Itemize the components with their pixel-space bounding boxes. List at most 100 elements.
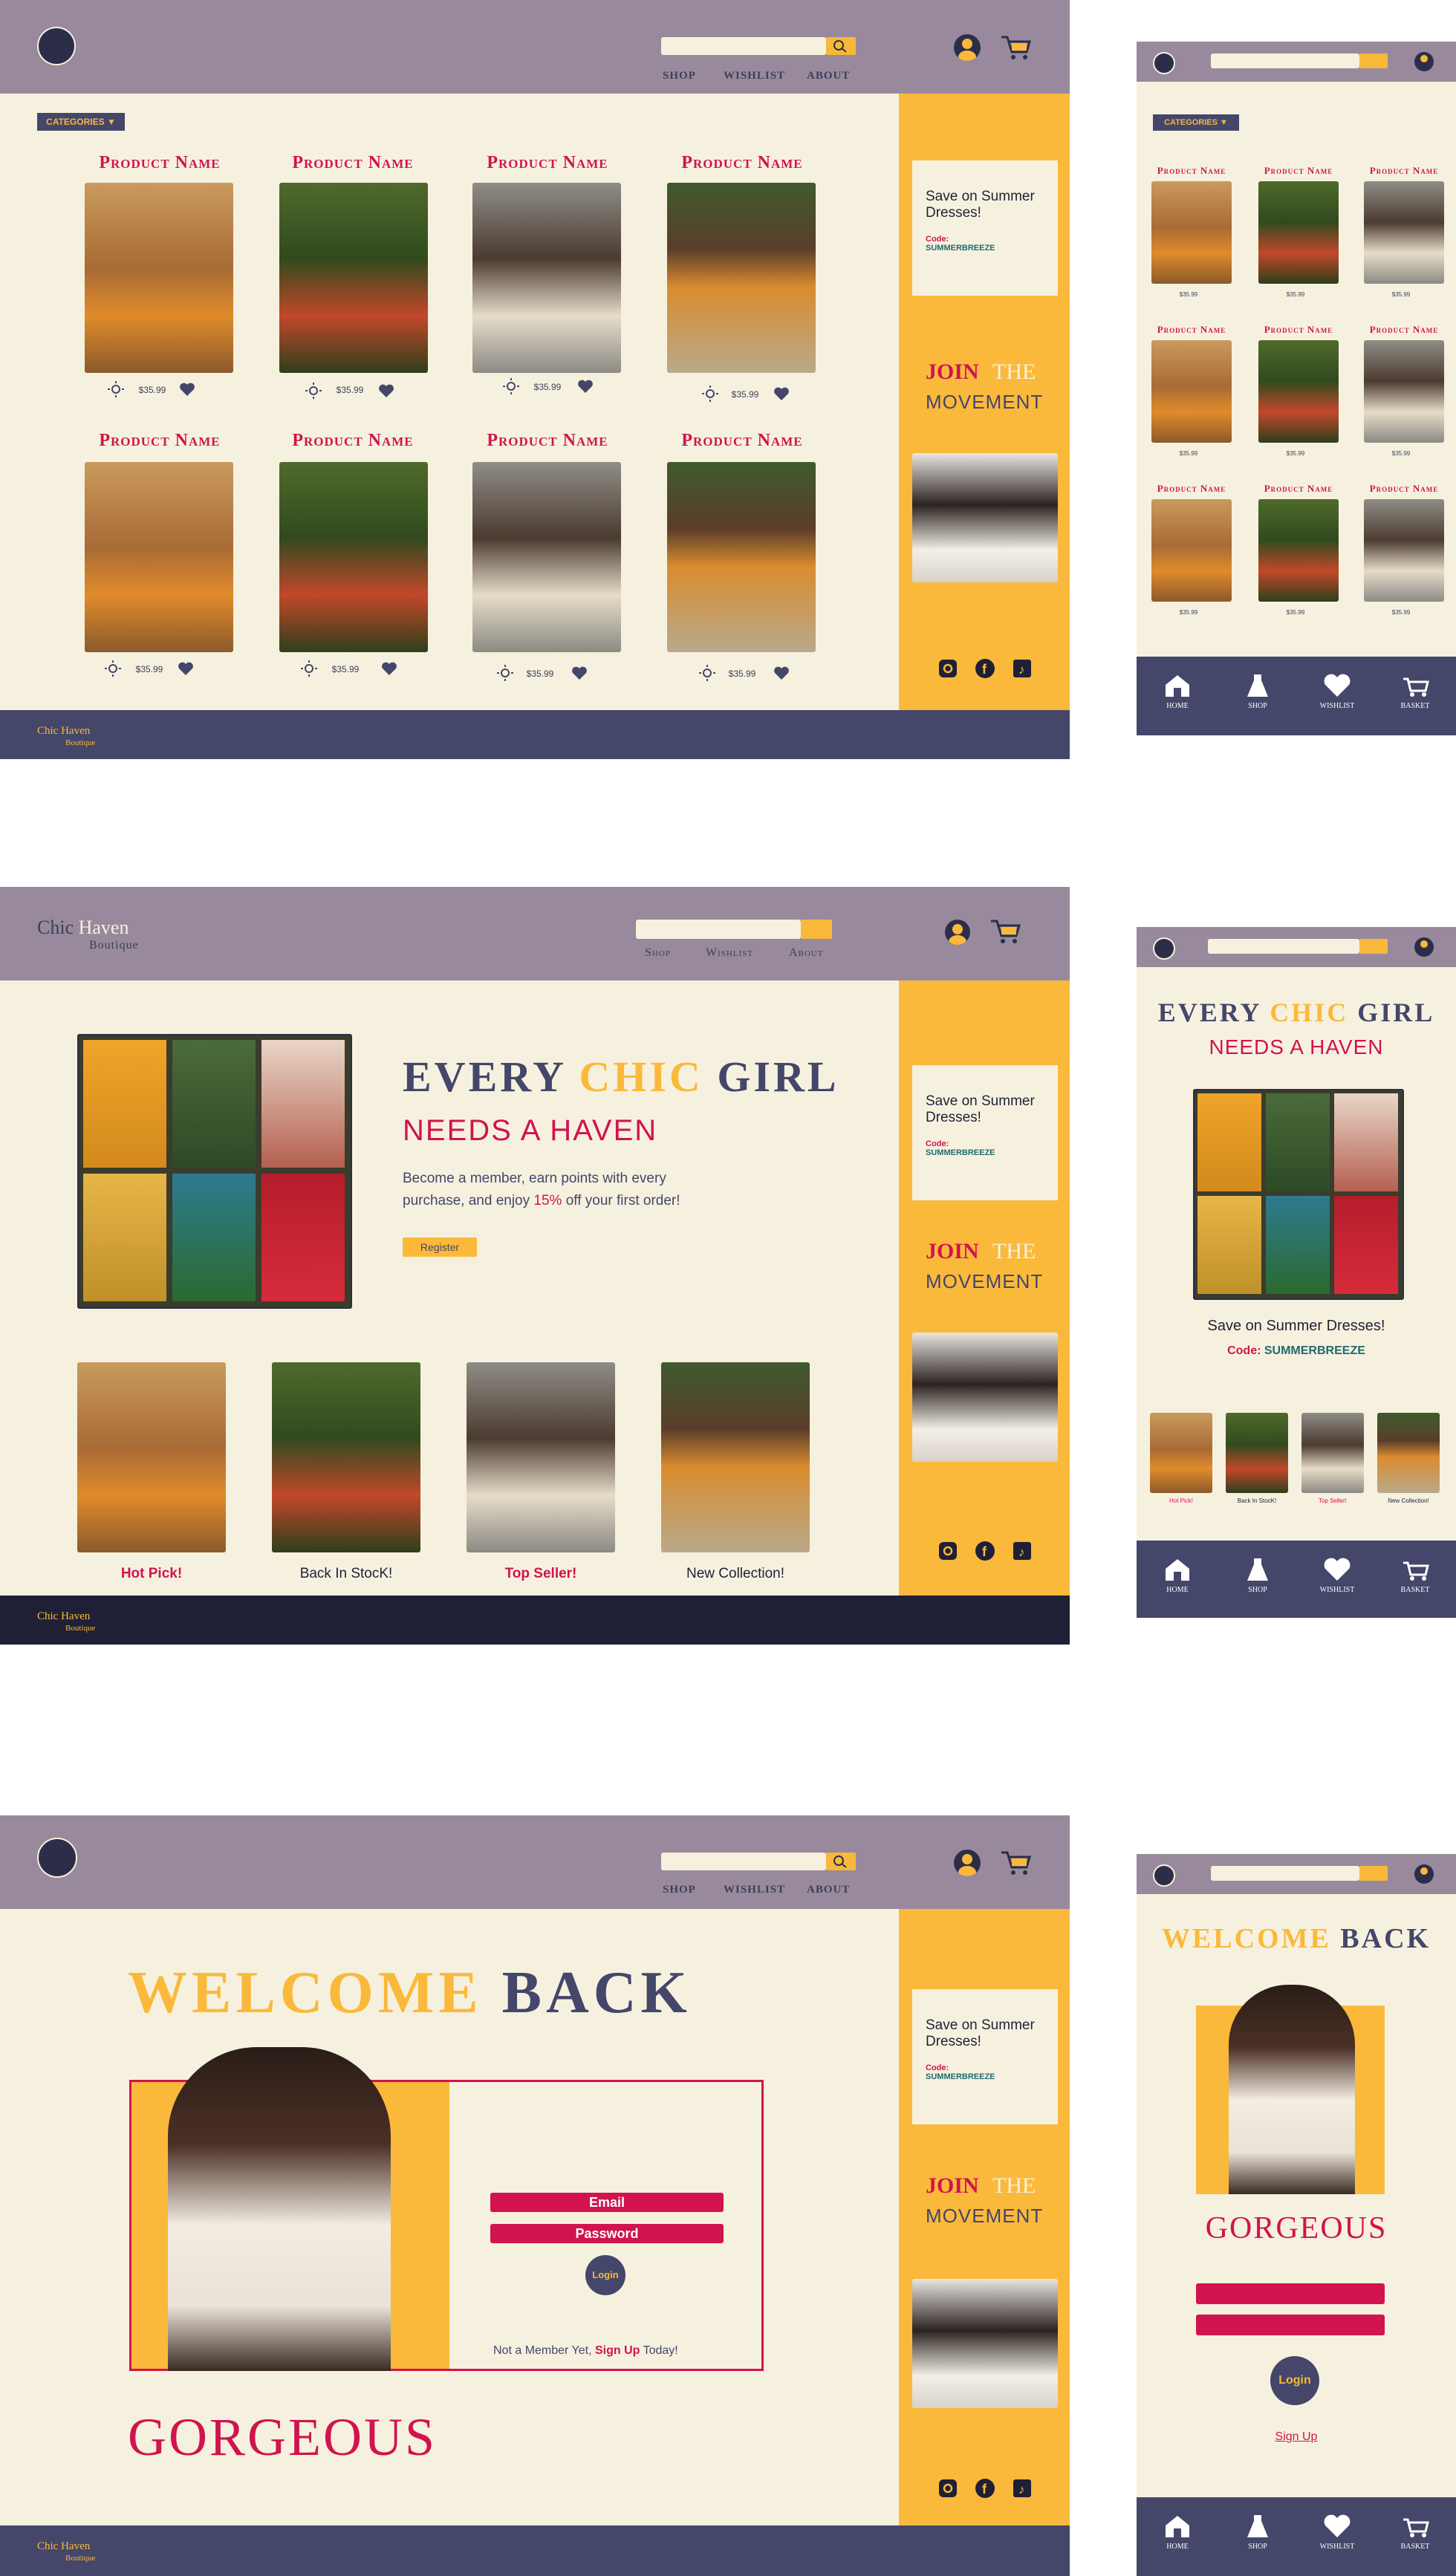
tiktok-icon[interactable]: ♪ [1012,1541,1033,1561]
search-input[interactable] [661,1853,826,1870]
mnav-home[interactable]: Home [1151,1557,1203,1594]
tile-photo[interactable] [272,1362,420,1552]
sun-icon[interactable] [496,664,514,682]
register-button[interactable]: Register [403,1237,477,1257]
mnav-wishlist[interactable]: Wishlist [1307,1557,1367,1594]
heart-icon[interactable] [177,660,195,677]
tiktok-icon[interactable]: ♪ [1012,658,1033,679]
instagram-icon[interactable] [937,1541,958,1561]
product-photo[interactable] [1258,340,1339,443]
heart-icon[interactable] [773,385,790,403]
search-input[interactable] [1211,53,1359,68]
product-name[interactable]: Product Name [469,431,625,451]
search-input[interactable] [1211,1866,1359,1881]
product-photo[interactable] [1364,340,1444,443]
product-photo[interactable] [85,462,233,652]
product-name[interactable]: Product Name [1254,324,1343,336]
mnav-wishlist[interactable]: Wishlist [1307,2514,1367,2551]
hero-collage[interactable] [1193,1089,1404,1300]
product-name[interactable]: Product Name [82,431,238,451]
nav-wishlist[interactable]: WISHLIST [724,1884,785,1896]
product-name[interactable]: Product Name [1147,483,1236,495]
sun-icon[interactable] [502,377,520,395]
product-photo[interactable] [667,183,816,373]
nav-wishlist[interactable]: WISHLIST [724,70,785,82]
mnav-basket[interactable]: Basket [1389,2514,1441,2551]
tile-photo[interactable] [1150,1413,1212,1493]
instagram-icon[interactable] [937,658,958,679]
product-photo[interactable] [472,183,621,373]
product-photo[interactable] [85,183,233,373]
product-name[interactable]: Product Name [1147,324,1236,336]
search-input[interactable] [636,920,801,939]
sun-icon[interactable] [300,660,318,677]
search-button[interactable] [1359,939,1388,954]
search-button[interactable] [826,37,856,55]
facebook-icon[interactable]: f [975,658,995,679]
search-input[interactable] [1208,939,1359,954]
cart-icon[interactable] [988,917,1022,946]
promo-card[interactable]: Save on Summer Dresses! Code: SUMMERBREE… [912,160,1058,296]
tile-label[interactable]: Top Seller! [467,1566,615,1582]
product-name[interactable]: Product Name [469,153,625,173]
brand-logo[interactable] [1153,52,1175,74]
nav-about[interactable]: About [789,946,824,960]
product-photo[interactable] [1258,499,1339,602]
mnav-basket[interactable]: Basket [1389,1557,1441,1594]
tile-photo[interactable] [1301,1413,1364,1493]
product-photo[interactable] [1364,181,1444,284]
brand-logo[interactable] [37,27,76,65]
instagram-icon[interactable] [937,2478,958,2499]
email-field[interactable]: Email [490,2193,724,2212]
user-icon[interactable] [1414,1864,1434,1884]
product-name[interactable]: Product Name [275,431,431,451]
sun-icon[interactable] [701,385,719,403]
product-name[interactable]: Product Name [1254,165,1343,177]
user-icon[interactable] [1414,937,1434,957]
product-photo[interactable] [1151,340,1232,443]
login-button[interactable]: Login [585,2255,625,2295]
search-button[interactable] [801,920,832,939]
promo-photo[interactable] [912,2279,1058,2408]
tile-photo[interactable] [1226,1413,1288,1493]
tile-label[interactable]: Hot Pick! [77,1566,226,1582]
categories-dropdown[interactable]: CATEGORIES ▼ [1153,114,1239,131]
mnav-shop[interactable]: Shop [1232,1557,1284,1594]
signup-link[interactable]: Sign Up [1137,2430,1456,2444]
product-name[interactable]: Product Name [275,153,431,173]
tile-label[interactable]: Hot Pick! [1150,1497,1212,1504]
sun-icon[interactable] [305,382,322,400]
nav-shop[interactable]: Shop [645,946,671,960]
password-field[interactable] [1196,2315,1385,2335]
facebook-icon[interactable]: f [975,1541,995,1561]
nav-shop[interactable]: SHOP [663,70,696,82]
heart-icon[interactable] [178,380,196,398]
header-brand[interactable]: Chic Haven [37,917,129,939]
promo-card[interactable]: Save on Summer Dresses! Code: SUMMERBREE… [912,1065,1058,1200]
tile-label[interactable]: New Collection! [661,1566,810,1582]
search-button[interactable] [1359,1866,1388,1881]
product-photo[interactable] [1151,181,1232,284]
mnav-wishlist[interactable]: Wishlist [1307,673,1367,710]
promo-card[interactable]: Save on Summer Dresses! Code: SUMMERBREE… [912,1989,1058,2124]
tile-photo[interactable] [1377,1413,1440,1493]
facebook-icon[interactable]: f [975,2478,995,2499]
hero-collage[interactable] [77,1034,352,1309]
user-icon[interactable] [954,1850,981,1876]
tile-label[interactable]: Back In StocK! [1226,1497,1288,1504]
heart-icon[interactable] [377,382,395,400]
tile-photo[interactable] [467,1362,615,1552]
cart-icon[interactable] [998,33,1033,62]
sun-icon[interactable] [698,664,716,682]
search-button[interactable] [826,1853,856,1870]
user-icon[interactable] [945,920,970,945]
brand-logo[interactable] [1153,937,1175,960]
tile-label[interactable]: Back In StocK! [272,1566,420,1582]
mnav-shop[interactable]: Shop [1232,2514,1284,2551]
heart-icon[interactable] [380,660,398,677]
user-icon[interactable] [954,34,981,61]
mnav-basket[interactable]: Basket [1389,673,1441,710]
promo-photo[interactable] [912,453,1058,582]
heart-icon[interactable] [576,377,594,395]
product-photo[interactable] [1364,499,1444,602]
